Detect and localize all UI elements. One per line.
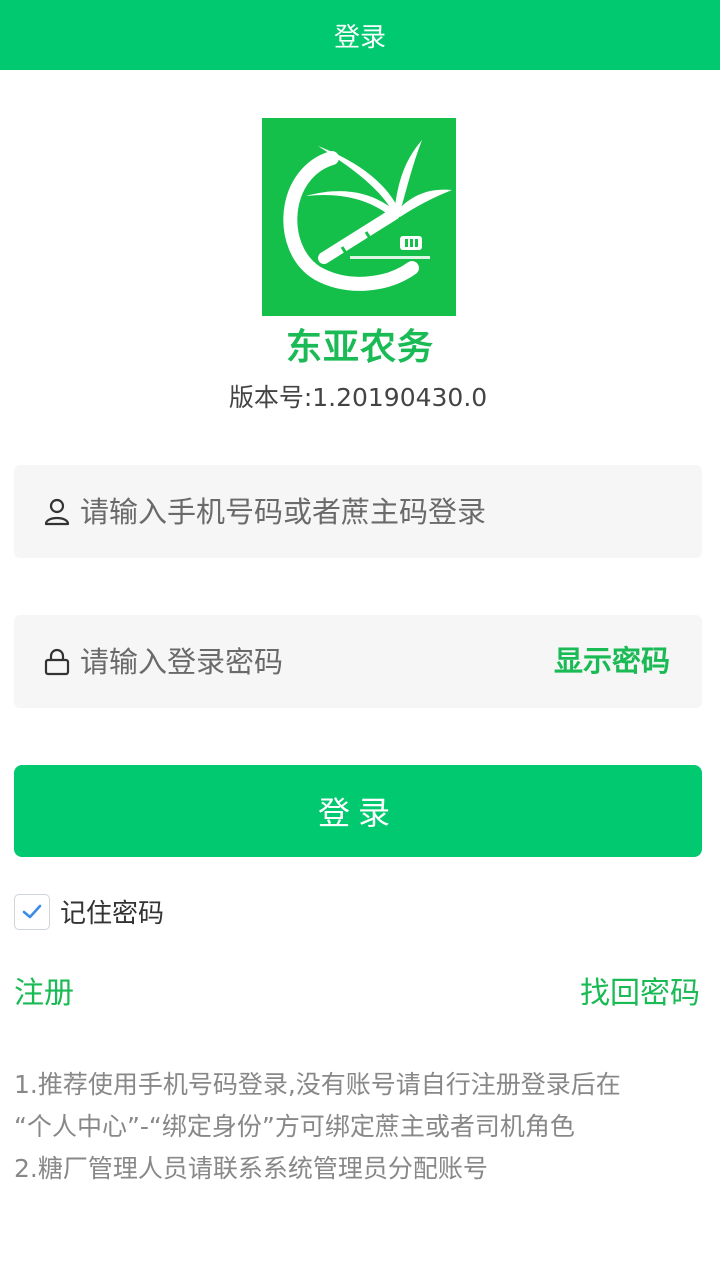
title-bar: 登录 [0,0,720,70]
password-field[interactable]: 显示密码 [14,615,702,708]
password-input[interactable] [80,615,540,708]
app-logo [262,118,456,316]
remember-checkbox[interactable] [14,893,50,930]
login-notes: 1.推荐使用手机号码登录,没有账号请自行注册登录后在 “个人中心”-“绑定身份”… [14,1064,704,1190]
forgot-password-link[interactable]: 找回密码 [580,968,700,1012]
show-password-toggle[interactable]: 显示密码 [554,615,670,708]
user-icon [44,498,70,526]
app-name: 东亚农务 [285,327,434,368]
note-line: 2.糖厂管理人员请联系系统管理员分配账号 [14,1154,488,1183]
lock-icon [44,648,70,676]
checkmark-icon [22,904,42,918]
note-line: 1.推荐使用手机号码登录,没有账号请自行注册登录后在 [14,1070,621,1099]
page-title: 登录 [333,22,386,53]
remember-label: 记住密码 [60,899,165,929]
note-line: “个人中心”-“绑定身份”方可绑定蔗主或者司机角色 [14,1112,575,1141]
login-button[interactable]: 登录 [14,765,702,857]
account-field[interactable] [14,465,702,558]
remember-password[interactable]: 记住密码 [14,893,164,930]
version-label: 版本号:1.20190430.0 [228,383,488,412]
account-input[interactable] [80,465,540,558]
register-link[interactable]: 注册 [14,968,74,1012]
